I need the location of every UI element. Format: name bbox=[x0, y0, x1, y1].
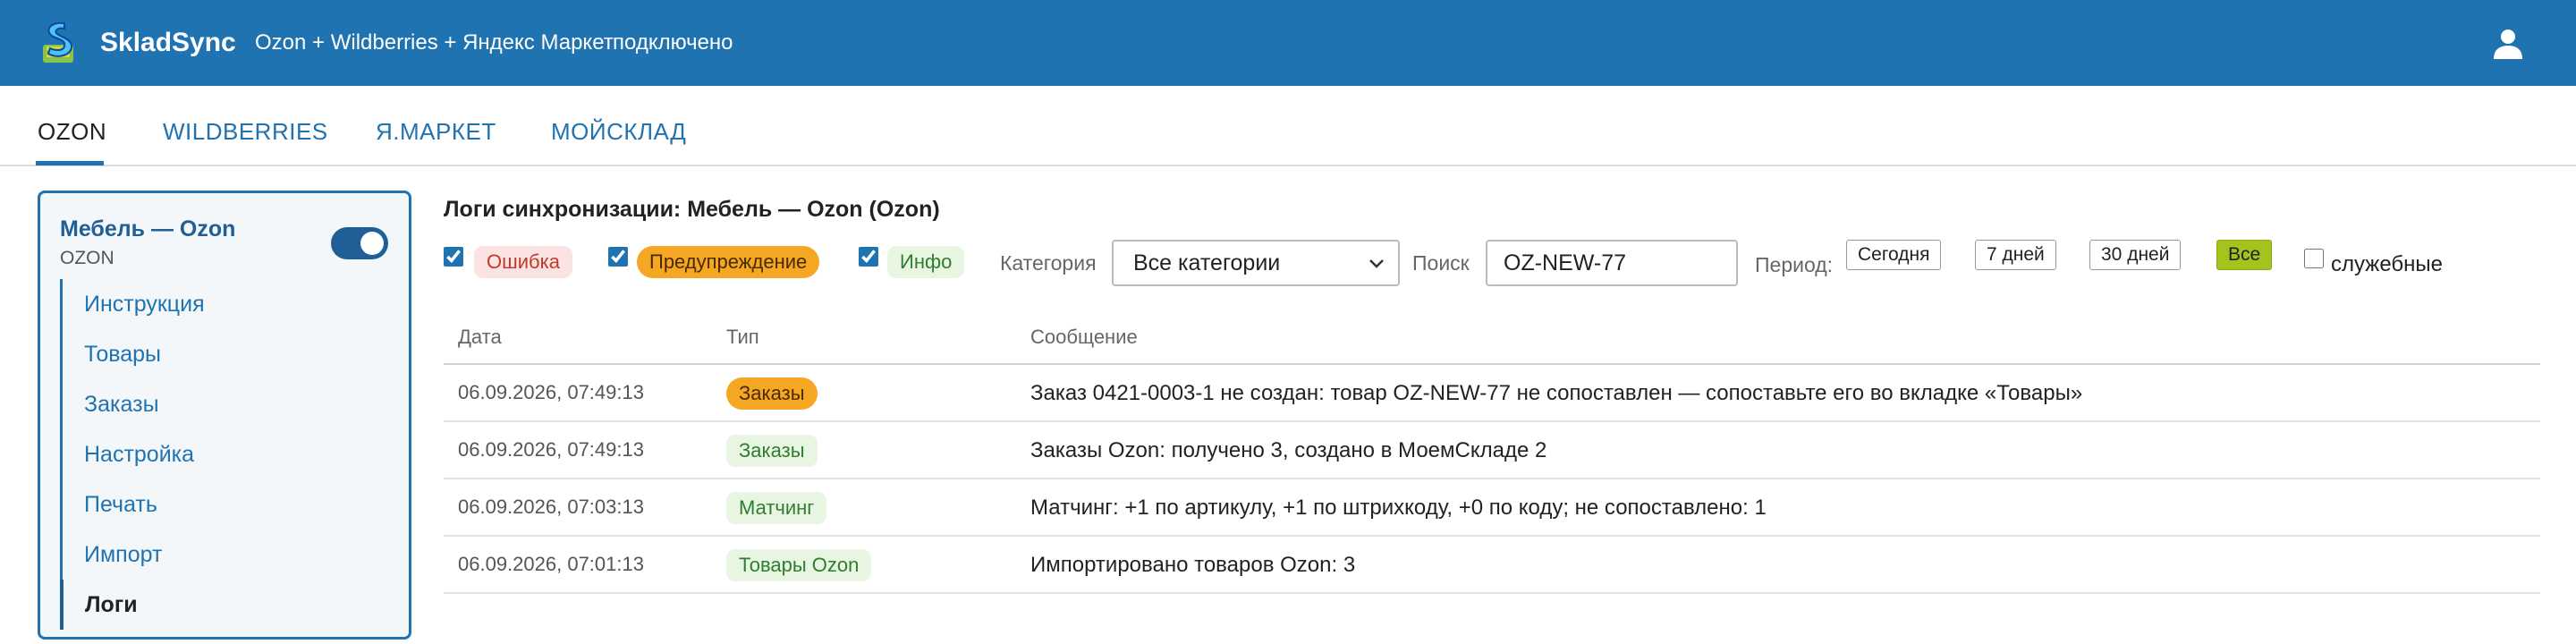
service-logs-label: служебные bbox=[2331, 252, 2444, 276]
row-message: Импортировано товаров Ozon: 3 bbox=[1030, 553, 1356, 577]
chevron-down-icon bbox=[1369, 259, 1384, 268]
sidebar-item-import[interactable]: Импорт bbox=[60, 530, 391, 580]
sidebar-item-logs[interactable]: Логи bbox=[60, 580, 391, 630]
store-sidebar: Мебель — Ozon OZON Инструкция Товары Зак… bbox=[38, 191, 411, 640]
row-type-badge: Заказы bbox=[726, 435, 818, 467]
category-select-value: Все категории bbox=[1133, 250, 1281, 275]
tab-ozon[interactable]: OZON bbox=[38, 116, 106, 147]
tab-yandex-market[interactable]: Я.МАРКЕТ bbox=[376, 116, 496, 147]
category-label: Категория bbox=[1000, 251, 1097, 275]
sidebar-item-instruction[interactable]: Инструкция bbox=[60, 279, 391, 329]
row-date: 06.09.2026, 07:03:13 bbox=[458, 496, 644, 518]
connection-status: подключено bbox=[613, 30, 733, 55]
sidebar-item-orders[interactable]: Заказы bbox=[60, 379, 391, 429]
row-type-badge: Заказы bbox=[726, 377, 818, 410]
table-row: 06.09.2026, 07:49:13 Заказы Заказы Ozon:… bbox=[444, 422, 2540, 479]
filter-warning-checkbox[interactable] bbox=[608, 247, 628, 267]
tab-wildberries[interactable]: WILDBERRIES bbox=[163, 116, 328, 147]
page-title: Логи синхронизации: Мебель — Ozon (Ozon) bbox=[444, 197, 940, 222]
table-row: 06.09.2026, 07:49:13 Заказы Заказ 0421-0… bbox=[444, 365, 2540, 422]
row-date: 06.09.2026, 07:01:13 bbox=[458, 553, 644, 575]
row-date: 06.09.2026, 07:49:13 bbox=[458, 381, 644, 403]
search-input[interactable] bbox=[1486, 240, 1738, 286]
search-label: Поиск bbox=[1412, 251, 1470, 275]
active-tab-indicator bbox=[36, 161, 104, 165]
table-row: 06.09.2026, 07:03:13 Матчинг Матчинг: +1… bbox=[444, 479, 2540, 537]
row-message: Матчинг: +1 по артикулу, +1 по штрихкоду… bbox=[1030, 496, 1767, 520]
period-label: Период: bbox=[1755, 253, 1834, 276]
filter-error-checkbox[interactable] bbox=[444, 247, 463, 267]
table-row: 06.09.2026, 07:01:13 Товары Ozon Импорти… bbox=[444, 537, 2540, 594]
skladsync-logo-icon bbox=[43, 21, 73, 63]
filter-info-badge: Инфо bbox=[887, 246, 965, 278]
tab-moysklad[interactable]: МОЙСКЛАД bbox=[551, 116, 686, 147]
sidebar-item-print[interactable]: Печать bbox=[60, 479, 391, 530]
filter-warning-badge: Предупреждение bbox=[637, 246, 820, 278]
column-date: Дата bbox=[458, 326, 502, 348]
row-message: Заказ 0421-0003-1 не создан: товар OZ-NE… bbox=[1030, 381, 2083, 405]
store-enabled-toggle[interactable] bbox=[331, 227, 388, 259]
service-logs-checkbox[interactable] bbox=[2304, 249, 2324, 268]
row-type-badge: Матчинг bbox=[726, 492, 827, 524]
period-7-days-button[interactable]: 7 дней bbox=[1975, 240, 2056, 270]
column-type: Тип bbox=[726, 326, 759, 348]
user-icon[interactable] bbox=[2490, 25, 2526, 61]
category-select[interactable]: Все категории bbox=[1112, 240, 1400, 286]
toggle-knob bbox=[360, 232, 384, 255]
marketplace-tabs: OZON WILDBERRIES Я.МАРКЕТ МОЙСКЛАД bbox=[0, 86, 2576, 166]
app-header: SkladSync Ozon + Wildberries + Яндекс Ма… bbox=[0, 0, 2576, 86]
store-marketplace: OZON bbox=[60, 248, 114, 268]
table-header: Дата Тип Сообщение bbox=[444, 309, 2540, 365]
column-message: Сообщение bbox=[1030, 326, 1138, 348]
sidebar-item-settings[interactable]: Настройка bbox=[60, 429, 391, 479]
period-30-days-button[interactable]: 30 дней bbox=[2089, 240, 2182, 270]
filter-error-badge: Ошибка bbox=[474, 246, 572, 278]
store-name: Мебель — Ozon bbox=[60, 216, 236, 242]
period-all-button[interactable]: Все bbox=[2216, 240, 2273, 270]
log-filters: Ошибка Предупреждение Инфо Категория Все… bbox=[444, 240, 2555, 288]
filter-info-checkbox[interactable] bbox=[859, 247, 878, 267]
brand-name: SkladSync bbox=[100, 28, 236, 57]
row-date: 06.09.2026, 07:49:13 bbox=[458, 438, 644, 461]
period-today-button[interactable]: Сегодня bbox=[1846, 240, 1942, 270]
header-subtitle: Ozon + Wildberries + Яндекс Маркет bbox=[255, 30, 614, 55]
row-type-badge: Товары Ozon bbox=[726, 549, 872, 581]
row-message: Заказы Ozon: получено 3, создано в МоемС… bbox=[1030, 438, 1547, 462]
sidebar-item-products[interactable]: Товары bbox=[60, 329, 391, 379]
